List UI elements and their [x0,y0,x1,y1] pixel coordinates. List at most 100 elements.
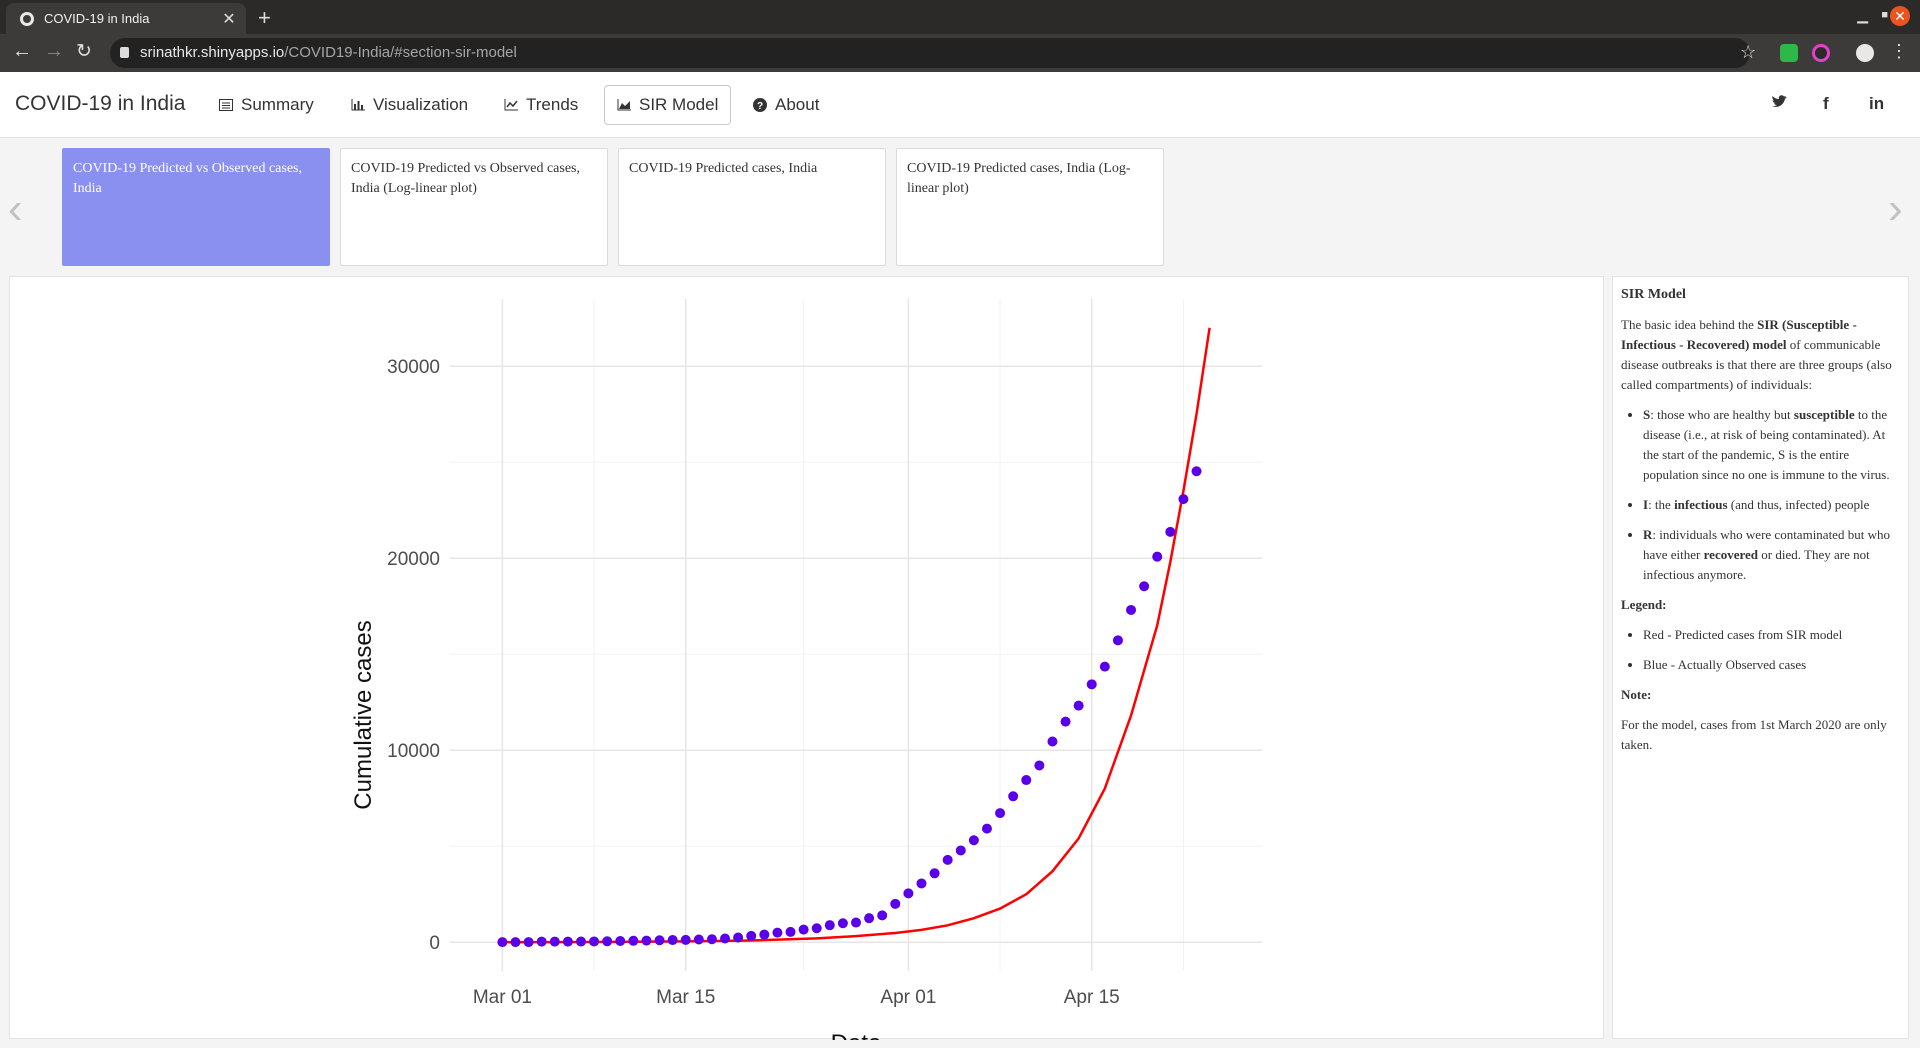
reload-icon[interactable]: ↻ [76,40,92,63]
carousel-card-predicted-vs-observed-log[interactable]: COVID-19 Predicted vs Observed cases, In… [340,148,608,266]
browser-tab[interactable]: COVID-19 in India ✕ [6,3,246,34]
observed-point [575,936,586,947]
brand-title[interactable]: COVID-19 in India [15,92,185,116]
observed-point [981,823,992,834]
observed-point [497,937,508,948]
list-icon [219,99,233,111]
nav-item-label: SIR Model [639,95,719,114]
observed-point [1021,775,1032,786]
observed-point [1152,551,1163,562]
observed-point [720,933,731,944]
sir-info-panel: SIR Model The basic idea behind the SIR … [1612,276,1909,1039]
observed-point [523,937,534,948]
observed-point [549,936,560,947]
x-tick-label: Mar 01 [473,987,532,1008]
y-tick-label: 20000 [387,549,440,570]
carousel-prev-icon[interactable]: ‹ [8,184,23,234]
nav-item-about[interactable]: ? About [741,85,831,125]
observed-point [903,888,914,899]
list-item: S: those who are healthy but susceptible… [1643,405,1900,485]
nav-item-trends[interactable]: Trends [492,85,590,125]
star-icon[interactable]: ☆ [1740,42,1756,63]
new-tab-button[interactable]: + [258,5,271,31]
observed-point [589,936,600,947]
nav-item-sir-model[interactable]: SIR Model [604,85,732,125]
x-tick-label: Apr 01 [880,987,936,1008]
shield-extension-icon[interactable] [1780,44,1798,62]
predicted-line [502,327,1211,944]
observed-point [667,935,678,946]
bar-chart-icon [351,99,365,111]
nav-item-visualization[interactable]: Visualization [339,85,480,125]
chart-panel: Mar 01 Mar 15 Apr 01 Apr 15 0 10000 20000 30000… [9,276,1604,1048]
globe-icon [20,11,34,26]
linkedin-icon[interactable]: in [1869,94,1884,114]
browser-tabbar: COVID-19 in India ✕ + ▁ ■ ✕ [0,0,1920,34]
observed-point [654,935,665,946]
address-bar-row: ← → ↻ srinathkr.shinyapps.io/COVID19-Ind… [0,34,1920,72]
y-tick-label: 30000 [387,357,440,378]
observed-point [785,926,796,937]
observed-point [1008,791,1019,802]
carousel-card-predicted-log[interactable]: COVID-19 Predicted cases, India (Log-lin… [896,148,1164,266]
observed-point [1099,661,1110,672]
observed-point [1178,494,1189,505]
observed-point [929,868,940,879]
svg-text:?: ? [757,101,763,112]
list-item: Blue - Actually Observed cases [1643,655,1900,675]
list-item: R: individuals who were contaminated but… [1643,525,1900,585]
observed-point [1191,466,1202,477]
observed-point [706,934,717,945]
y-axis-label: Cumulative cases [350,620,377,809]
observed-point [824,920,835,931]
observed-point [641,935,652,946]
facebook-icon[interactable]: f [1823,94,1829,114]
carousel-card-predicted-vs-observed[interactable]: COVID-19 Predicted vs Observed cases, In… [62,148,330,266]
sir-intro: The basic idea behind the SIR (Susceptib… [1621,317,1892,392]
observed-point [942,854,953,865]
note-text: For the model, cases from 1st March 2020… [1621,717,1887,752]
observed-point [1126,604,1137,615]
menu-icon[interactable]: ⋮ [1890,41,1908,62]
observed-point [877,910,888,921]
observed-point [864,913,875,924]
observed-point [1034,760,1045,771]
nav-item-label: Visualization [373,95,469,114]
x-tick-label: Mar 15 [656,987,715,1008]
back-icon[interactable]: ← [12,40,32,63]
color-extension-icon[interactable] [1812,44,1830,62]
app-navbar: COVID-19 in India Summary Visualization … [0,72,1920,138]
nav-item-summary[interactable]: Summary [207,85,326,125]
observed-point [562,936,573,947]
carousel-card-predicted[interactable]: COVID-19 Predicted cases, India [618,148,886,266]
observed-point [628,935,639,946]
legend-list: Red - Predicted cases from SIR model Blu… [1643,625,1900,675]
tab-title: COVID-19 in India [44,11,150,26]
profile-icon[interactable] [1856,44,1874,62]
observed-point [968,835,979,846]
area-chart-icon [617,99,631,111]
sir-compartment-list: S: those who are healthy but susceptible… [1643,405,1900,585]
carousel-next-icon[interactable]: › [1888,184,1903,234]
legend-title: Legend: [1621,597,1667,612]
forward-icon[interactable]: → [44,40,64,63]
observed-point [890,898,901,909]
window-close-icon[interactable]: ✕ [1890,6,1910,26]
observed-point [693,934,704,945]
observed-point [536,936,547,947]
observed-point [995,808,1006,819]
maximize-icon[interactable]: ■ [1881,9,1888,21]
y-tick-label: 10000 [387,741,440,762]
nav-item-label: Summary [241,95,314,114]
minimize-icon[interactable]: ▁ [1857,7,1868,24]
observed-point [746,930,757,941]
nav-item-label: About [775,95,820,114]
url-field[interactable]: srinathkr.shinyapps.io/COVID19-India/#se… [110,38,1750,68]
close-tab-icon[interactable]: ✕ [218,9,240,29]
sir-chart: Mar 01 Mar 15 Apr 01 Apr 15 0 10000 20000 30000… [350,299,1262,1048]
twitter-icon[interactable] [1771,94,1788,114]
observed-point [837,918,848,929]
observed-point [680,934,691,945]
observed-point [510,937,521,948]
url-host: srinathkr.shinyapps.io [140,44,285,61]
